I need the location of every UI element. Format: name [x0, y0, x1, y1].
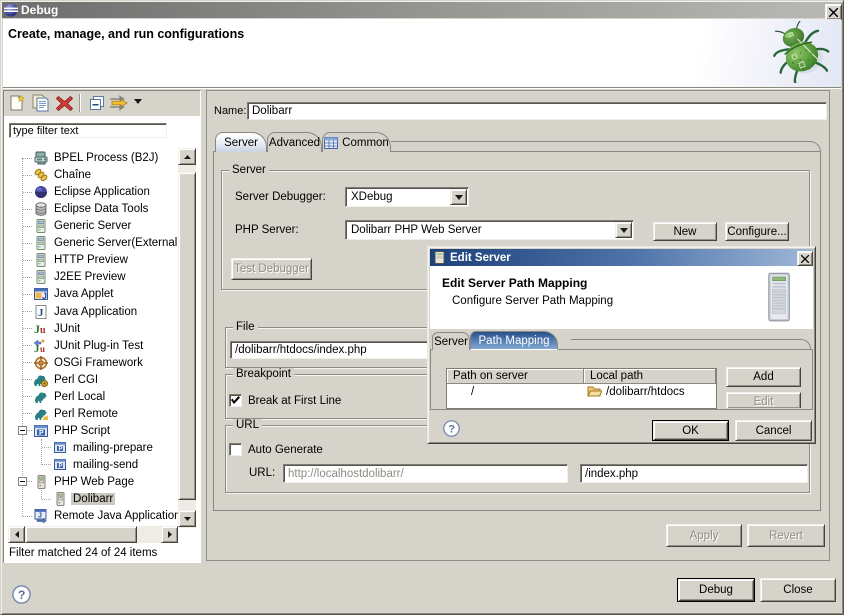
svg-text:P: P	[59, 446, 63, 452]
svg-text:P: P	[39, 430, 44, 437]
svg-text:J: J	[38, 307, 44, 319]
svg-text:u: u	[40, 325, 46, 336]
svg-text:?: ?	[18, 588, 25, 602]
svg-text:P: P	[59, 463, 63, 469]
svg-text:?: ?	[448, 424, 455, 436]
svg-text:u: u	[40, 344, 45, 354]
svg-text:J: J	[42, 291, 47, 301]
svg-text:J: J	[38, 513, 42, 520]
